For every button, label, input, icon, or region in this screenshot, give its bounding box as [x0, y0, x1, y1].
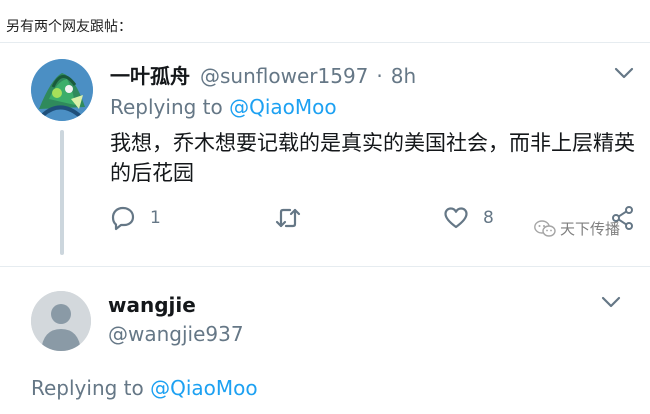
- intro-text: 另有两个网友跟帖：: [6, 19, 132, 35]
- divider: [0, 266, 650, 267]
- user-avatar[interactable]: [31, 291, 91, 351]
- replying-to-line: Replying to @QiaoMoo: [110, 95, 337, 119]
- reply-icon: [111, 206, 135, 231]
- chevron-down-icon[interactable]: [601, 295, 621, 309]
- tweet-timestamp[interactable]: 8h: [391, 64, 416, 88]
- retweet-icon: [275, 208, 301, 228]
- divider: [0, 42, 650, 43]
- chevron-down-icon[interactable]: [614, 66, 634, 80]
- separator-dot: ·: [376, 64, 383, 88]
- avatar-image: [31, 59, 93, 121]
- watermark-text: 天下传播: [560, 220, 621, 238]
- reply-button[interactable]: 1: [110, 205, 161, 231]
- retweet-button[interactable]: [275, 205, 315, 231]
- like-count: 8: [483, 208, 494, 228]
- display-name[interactable]: wangjie: [108, 293, 196, 317]
- display-name[interactable]: 一叶孤舟: [110, 60, 190, 89]
- replying-to-line: Replying to @QiaoMoo: [31, 376, 258, 400]
- heart-icon: [444, 207, 468, 229]
- default-avatar-icon: [31, 291, 91, 351]
- tweet-body: 我想，乔木想要记载的是真实的美国社会，而非上层精英的后花园: [110, 131, 635, 185]
- replying-to-prefix: Replying to: [31, 376, 151, 400]
- reply-count: 1: [150, 208, 161, 228]
- watermark: 天下传播: [534, 218, 620, 239]
- user-avatar[interactable]: [31, 59, 93, 121]
- wechat-icon: [534, 219, 556, 237]
- mention-link[interactable]: @QiaoMoo: [150, 376, 258, 400]
- user-handle[interactable]: @sunflower1597: [200, 64, 368, 88]
- tweet-header: 一叶孤舟 @sunflower1597 · 8h: [110, 60, 416, 90]
- thread-line: [60, 130, 64, 255]
- like-button[interactable]: 8: [443, 205, 494, 231]
- replying-to-prefix: Replying to: [110, 95, 230, 119]
- mention-link[interactable]: @QiaoMoo: [229, 95, 337, 119]
- user-handle[interactable]: @wangjie937: [108, 322, 244, 346]
